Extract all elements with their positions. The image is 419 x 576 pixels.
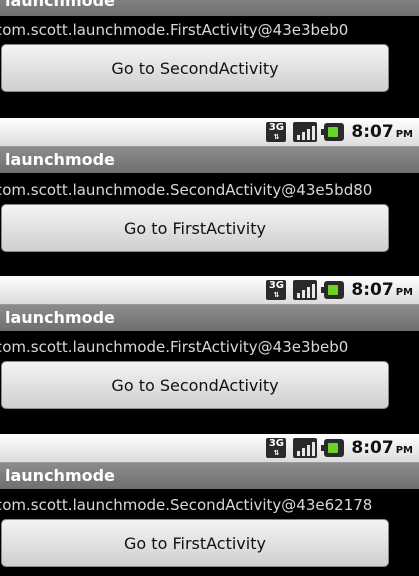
status-clock: 8:07 PM [351, 280, 413, 300]
app-title: launchmode [5, 466, 115, 485]
activity-label: com.scott.launchmode.FirstActivity@43e3b… [0, 21, 349, 39]
status-bar: 3G ⇅ 8:07 PM [0, 276, 419, 305]
app-title-bar: launchmode [0, 0, 419, 16]
go-to-first-activity-button[interactable]: Go to FirstActivity [1, 519, 389, 567]
app-title-bar: launchmode [0, 147, 419, 173]
signal-icon [293, 438, 318, 458]
signal-icon [293, 280, 318, 300]
go-to-first-activity-button[interactable]: Go to FirstActivity [1, 204, 389, 252]
app-title: launchmode [5, 0, 115, 10]
status-bar: 3G ⇅ 8:07 PM [0, 434, 419, 463]
status-clock: 8:07 PM [351, 438, 413, 458]
battery-icon [321, 439, 345, 457]
3g-icon: 3G ⇅ [266, 122, 287, 142]
signal-icon [293, 122, 318, 142]
app-title-bar: launchmode [0, 463, 419, 489]
app-title: launchmode [5, 308, 115, 327]
activity-label: com.scott.launchmode.SecondActivity@43e5… [0, 181, 373, 199]
app-title: launchmode [5, 150, 115, 169]
go-to-second-activity-button[interactable]: Go to SecondActivity [1, 44, 389, 92]
3g-icon: 3G ⇅ [266, 280, 287, 300]
status-clock: 8:07 PM [351, 122, 413, 142]
battery-icon [321, 281, 345, 299]
status-bar: 3G ⇅ 8:07 PM [0, 118, 419, 147]
battery-icon [321, 123, 345, 141]
activity-label: com.scott.launchmode.SecondActivity@43e6… [0, 496, 373, 514]
activity-label: com.scott.launchmode.FirstActivity@43e3b… [0, 338, 349, 356]
app-title-bar: launchmode [0, 305, 419, 331]
go-to-second-activity-button[interactable]: Go to SecondActivity [1, 361, 389, 409]
3g-icon: 3G ⇅ [266, 438, 287, 458]
